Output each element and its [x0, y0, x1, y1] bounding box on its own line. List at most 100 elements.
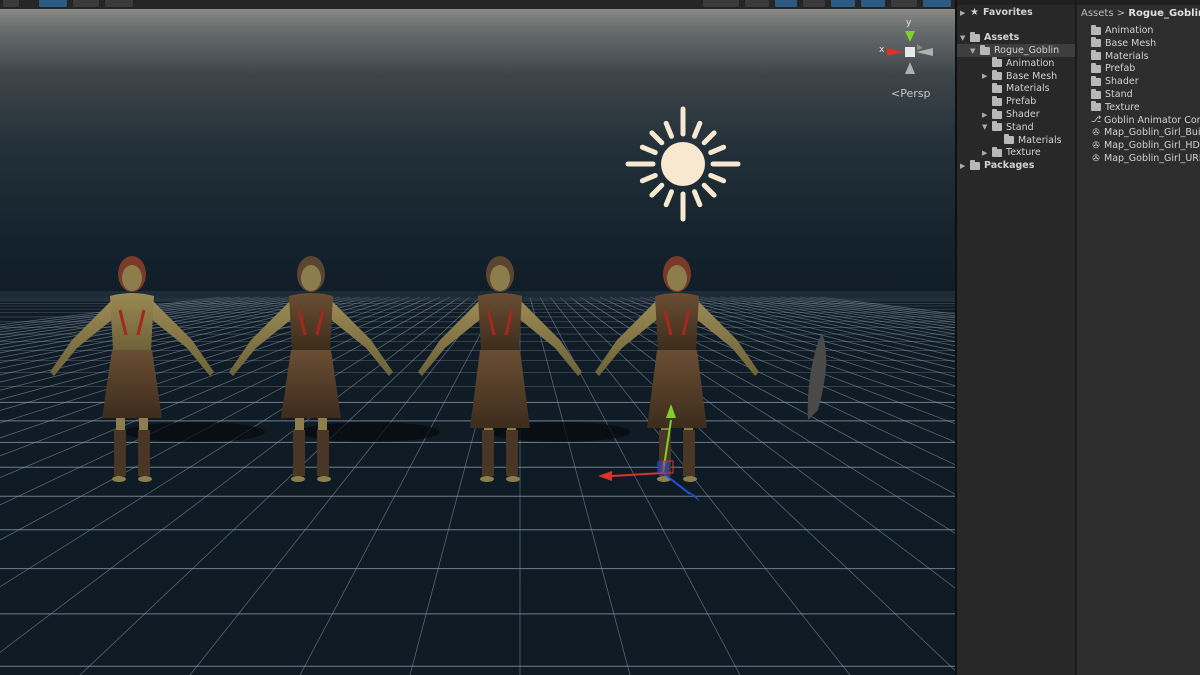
list-item-label: Animation	[1105, 25, 1154, 36]
hidden-objects-button[interactable]	[860, 0, 886, 8]
sun-ray	[691, 120, 703, 139]
goblin-knife[interactable]	[807, 333, 827, 420]
gizmo-x-label: x	[879, 45, 885, 55]
expand-arrow-icon[interactable]: ▶	[982, 72, 992, 80]
gizmo-x-cone[interactable]	[887, 48, 904, 56]
gizmo-z-cone[interactable]	[917, 44, 923, 50]
toolbar-dropdown-button[interactable]	[2, 0, 20, 8]
project-folder-tree: ▶ ★ Favorites ▼ Assets ▼ Rogue_Goblin Anim…	[957, 0, 1075, 675]
lighting-toggle-button[interactable]	[774, 0, 798, 8]
folder-icon	[970, 159, 980, 170]
left-arm	[595, 300, 659, 376]
sun-ray	[701, 182, 717, 198]
gizmo-y-cone[interactable]	[905, 31, 915, 42]
right-boot	[506, 430, 518, 476]
tree-item[interactable]: ▶ Shader	[957, 108, 1075, 121]
tree-item[interactable]: ▼ Stand	[957, 121, 1075, 134]
skirt	[470, 350, 530, 428]
list-item[interactable]: Animation	[1091, 24, 1153, 37]
chevron-left-icon: <	[891, 87, 901, 100]
draw-mode-button[interactable]	[702, 0, 740, 8]
list-item[interactable]: ⎇ Goblin Animator Cont	[1091, 114, 1200, 127]
list-item[interactable]: ✇ Map_Goblin_Girl_HDR	[1091, 139, 1200, 152]
tree-item[interactable]: ▼ Rogue_Goblin	[957, 44, 1075, 57]
tree-item-label: Materials	[1006, 83, 1050, 95]
tree-item-label: Base Mesh	[1006, 70, 1058, 82]
effects-toggle-button[interactable]	[830, 0, 856, 8]
expand-arrow-icon[interactable]: ▶	[960, 162, 970, 170]
right-foot	[138, 476, 152, 482]
folder-icon	[1091, 101, 1101, 112]
tree-item-favorites[interactable]: ▶ ★ Favorites	[960, 6, 1033, 19]
grid-line	[579, 296, 955, 534]
expand-arrow-icon[interactable]: ▶	[982, 149, 992, 157]
left-boot	[482, 430, 494, 476]
tree-item[interactable]: Materials	[957, 82, 1075, 95]
goblin-variant-3[interactable]	[418, 256, 582, 482]
collapse-arrow-icon[interactable]: ▼	[970, 47, 980, 55]
grid-line	[659, 296, 955, 378]
audio-toggle-button[interactable]	[802, 0, 826, 8]
list-item[interactable]: ✇ Map_Goblin_Girl_Built	[1091, 126, 1200, 139]
projection-mode-label[interactable]: <Persp	[891, 87, 930, 100]
tree-item[interactable]: ▶ Base Mesh	[957, 70, 1075, 83]
grid-line	[189, 296, 491, 675]
left-foot	[291, 476, 305, 482]
list-item[interactable]: Materials	[1091, 50, 1149, 63]
list-item[interactable]: Prefab	[1091, 62, 1135, 75]
grid-line	[0, 296, 221, 326]
torso	[655, 293, 699, 350]
goblin-variant-1[interactable]	[50, 256, 214, 482]
folder-icon	[1091, 37, 1101, 48]
scene-tools-button[interactable]	[890, 0, 918, 8]
list-item[interactable]: Base Mesh	[1091, 37, 1156, 50]
global-toggle-button[interactable]	[72, 0, 100, 8]
breadcrumb-root[interactable]: Assets	[1081, 8, 1114, 19]
goblin-variant-2[interactable]	[229, 256, 393, 482]
left-foot	[480, 476, 494, 482]
panel-header-strip	[1077, 0, 1200, 5]
list-item[interactable]: ✇ Map_Goblin_Girl_URP	[1091, 152, 1200, 165]
grid-line	[739, 296, 955, 335]
tree-item-label: Animation	[1006, 57, 1055, 69]
x-arrow-icon	[598, 471, 612, 481]
favorites-label: Favorites	[982, 7, 1033, 18]
gizmo-center-cube[interactable]	[905, 47, 915, 57]
scene-view[interactable]: 2D y x <Persp	[0, 0, 955, 675]
tree-item-label: Rogue_Goblin	[994, 45, 1060, 56]
tree-item-label: Shader	[1006, 109, 1040, 120]
tree-item-assets[interactable]: ▼ Assets	[960, 31, 1019, 44]
list-item[interactable]: Texture	[1091, 101, 1140, 114]
assets-label: Assets	[984, 32, 1020, 43]
tree-item[interactable]: Prefab	[957, 95, 1075, 108]
gizmo-neg-y-cone[interactable]	[905, 62, 915, 74]
toggle-2d-button[interactable]: 2D	[744, 0, 770, 8]
head	[122, 265, 142, 291]
expand-arrow-icon[interactable]: ▶	[960, 9, 970, 17]
gizmos-button[interactable]	[922, 0, 952, 8]
collapse-arrow-icon[interactable]: ▼	[982, 123, 992, 131]
folder-icon	[992, 95, 1002, 106]
sun-ray	[708, 144, 727, 156]
pivot-toggle-button[interactable]	[38, 0, 68, 8]
directional-light-icon[interactable]	[625, 106, 741, 222]
list-item-label: Materials	[1105, 50, 1149, 62]
tree-item[interactable]: Materials	[957, 134, 1075, 147]
unity-editor: 2D y x <Persp	[0, 0, 1200, 675]
scene-canvas[interactable]	[0, 0, 955, 675]
collapse-arrow-icon[interactable]: ▼	[960, 34, 970, 42]
torso	[478, 293, 522, 350]
expand-arrow-icon[interactable]: ▶	[982, 111, 992, 119]
head	[490, 265, 510, 291]
tree-item-label: Materials	[1018, 134, 1062, 146]
tree-item-packages[interactable]: ▶ Packages	[960, 159, 1034, 172]
list-item-label: Shader	[1105, 76, 1139, 88]
grid-line	[769, 296, 955, 326]
folder-icon	[1091, 50, 1101, 61]
tree-item[interactable]: Animation	[957, 57, 1075, 70]
breadcrumb-current[interactable]: Rogue_Goblin	[1128, 8, 1200, 19]
grid-snap-button[interactable]	[104, 0, 134, 8]
list-item[interactable]: Stand	[1091, 88, 1133, 101]
list-item[interactable]: Shader	[1091, 75, 1139, 88]
tree-item[interactable]: ▶ Texture	[957, 146, 1075, 159]
